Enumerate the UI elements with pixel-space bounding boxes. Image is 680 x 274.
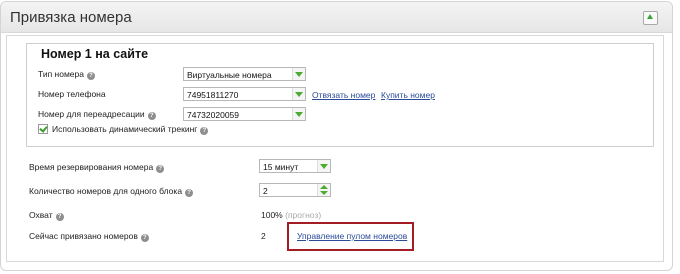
dynamic-tracking-checkbox[interactable]	[38, 124, 48, 134]
chevron-down-icon[interactable]	[292, 68, 305, 80]
help-icon[interactable]: ?	[185, 189, 194, 197]
help-icon[interactable]: ?	[86, 72, 95, 80]
help-icon[interactable]: ?	[156, 165, 165, 173]
number-type-label: Тип номера?	[38, 69, 95, 80]
phone-number-select[interactable]: 74951811270	[183, 87, 306, 101]
phone-number-value: 74951811270	[187, 90, 239, 100]
number-type-select[interactable]: Виртуальные номера	[183, 67, 306, 81]
coverage-label-text: Охват	[29, 210, 53, 220]
forward-number-value: 74732020059	[187, 110, 240, 120]
forward-number-label: Номер для переадресации?	[38, 109, 156, 120]
forward-number-field[interactable]: 74732020059	[183, 107, 306, 121]
reserve-time-label-text: Время резервирования номера	[29, 162, 154, 172]
dynamic-tracking-label-text: Использовать динамический трекинг	[52, 124, 198, 134]
numbers-per-block-label-text: Количество номеров для одного блока	[29, 186, 183, 196]
panel-title: Привязка номера	[10, 9, 132, 26]
bound-now-value: 2	[261, 231, 266, 241]
arrow-up-icon[interactable]	[320, 185, 328, 189]
numbers-per-block-value: 2	[263, 186, 268, 196]
number-block-title: Номер 1 на сайте	[41, 47, 149, 61]
chevron-up-icon	[647, 14, 653, 19]
reserve-time-select[interactable]: 15 минут	[259, 159, 331, 173]
bound-now-label-text: Сейчас привязано номеров	[29, 231, 138, 241]
buy-number-link[interactable]: Купить номер	[381, 90, 435, 100]
help-icon[interactable]: ?	[55, 213, 64, 221]
phone-number-label: Номер телефона	[38, 89, 106, 99]
arrow-down-icon[interactable]	[320, 191, 328, 195]
collapse-button[interactable]	[643, 11, 658, 25]
help-icon[interactable]: ?	[200, 127, 209, 135]
forward-number-label-text: Номер для переадресации	[38, 109, 145, 119]
coverage-label: Охват?	[29, 210, 64, 221]
checkmark-icon	[39, 124, 48, 133]
coverage-hint: (прогноз)	[285, 210, 322, 220]
number-type-label-text: Тип номера	[38, 69, 84, 79]
dynamic-tracking-label: Использовать динамический трекинг?	[52, 124, 209, 135]
help-icon[interactable]: ?	[147, 112, 156, 120]
coverage-value: 100% (прогноз)	[261, 210, 321, 220]
reserve-time-value: 15 минут	[263, 162, 299, 172]
help-icon[interactable]: ?	[140, 234, 149, 242]
bound-now-label: Сейчас привязано номеров?	[29, 231, 149, 242]
reserve-time-label: Время резервирования номера?	[29, 162, 165, 173]
chevron-down-icon[interactable]	[317, 160, 330, 172]
chevron-down-icon[interactable]	[292, 88, 305, 100]
highlight-box	[287, 222, 414, 251]
number-type-value: Виртуальные номера	[187, 70, 272, 80]
numbers-per-block-label: Количество номеров для одного блока?	[29, 186, 194, 197]
numbers-per-block-stepper[interactable]: 2	[259, 183, 331, 197]
panel-header: Привязка номера	[1, 2, 672, 33]
chevron-down-icon[interactable]	[292, 108, 305, 120]
coverage-percent: 100%	[261, 210, 283, 220]
stepper-arrows[interactable]	[317, 184, 330, 196]
unbind-number-link[interactable]: Отвязать номер	[312, 90, 375, 100]
